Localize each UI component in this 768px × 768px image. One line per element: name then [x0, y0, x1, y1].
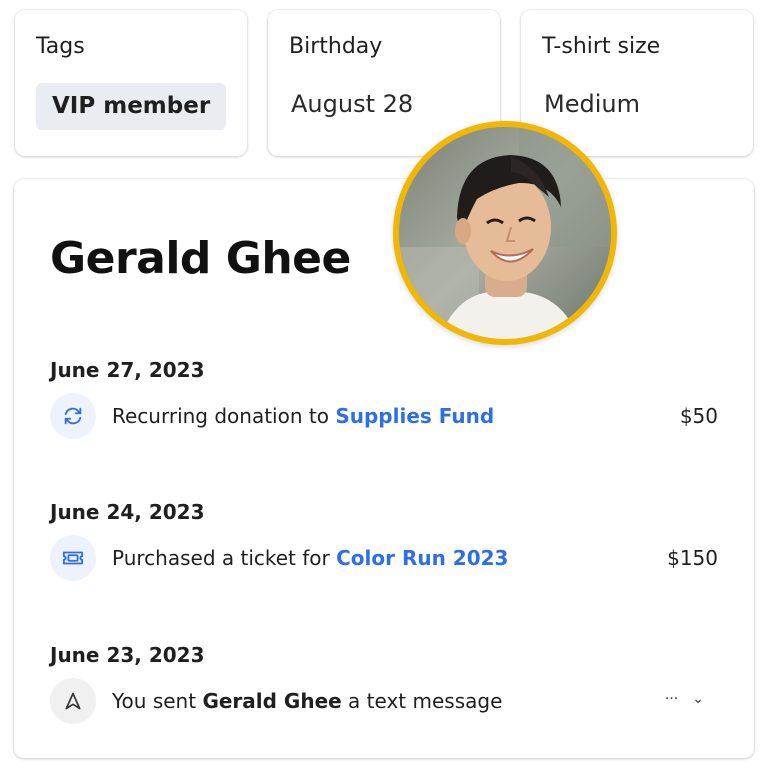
more-options-icon[interactable]: ···: [665, 691, 678, 707]
supplies-fund-link[interactable]: Supplies Fund: [335, 404, 494, 428]
profile-activity-card: Gerald Ghee June 27, 2023 Recurring dona…: [14, 179, 754, 758]
event-date: June 24, 2023: [50, 500, 205, 524]
activity-description: Recurring donation to Supplies Fund: [112, 404, 494, 428]
activity-text: Recurring donation to: [112, 404, 336, 428]
recurring-icon: [50, 393, 96, 439]
birthday-label: Birthday: [289, 34, 383, 59]
avatar-portrait-icon: [399, 127, 611, 339]
activity-amount: $50: [679, 404, 718, 428]
event-date: June 23, 2023: [50, 643, 205, 667]
person-name: Gerald Ghee: [50, 233, 351, 284]
activity-item[interactable]: You sent Gerald Ghee a text message ··· …: [50, 678, 718, 724]
tags-card: Tags VIP member: [15, 10, 247, 156]
activity-text: You sent: [112, 689, 203, 713]
send-icon: [50, 678, 96, 724]
activity-description: Purchased a ticket for Color Run 2023: [112, 546, 508, 570]
activity-amount: $150: [667, 546, 718, 570]
avatar-photo: [399, 127, 611, 339]
activity-text: a text message: [341, 689, 503, 713]
activity-item[interactable]: Purchased a ticket for Color Run 2023 $1…: [50, 535, 718, 581]
activity-text: Purchased a ticket for: [112, 546, 337, 570]
color-run-link[interactable]: Color Run 2023: [336, 546, 508, 570]
tshirt-size-label: T-shirt size: [542, 34, 661, 59]
birthday-value: August 28: [291, 90, 414, 118]
activity-more-controls[interactable]: ··· ⌄: [665, 691, 704, 707]
tshirt-size-value: Medium: [544, 90, 640, 118]
chevron-down-icon[interactable]: ⌄: [692, 691, 704, 707]
event-date: June 27, 2023: [50, 358, 205, 382]
recipient-name: Gerald Ghee: [202, 689, 342, 713]
profile-avatar[interactable]: [393, 121, 617, 345]
vip-member-tag[interactable]: VIP member: [36, 83, 227, 130]
activity-item[interactable]: Recurring donation to Supplies Fund $50: [50, 393, 718, 439]
activity-description: You sent Gerald Ghee a text message: [112, 689, 502, 713]
tags-label: Tags: [36, 34, 85, 59]
ticket-icon: [50, 535, 96, 581]
